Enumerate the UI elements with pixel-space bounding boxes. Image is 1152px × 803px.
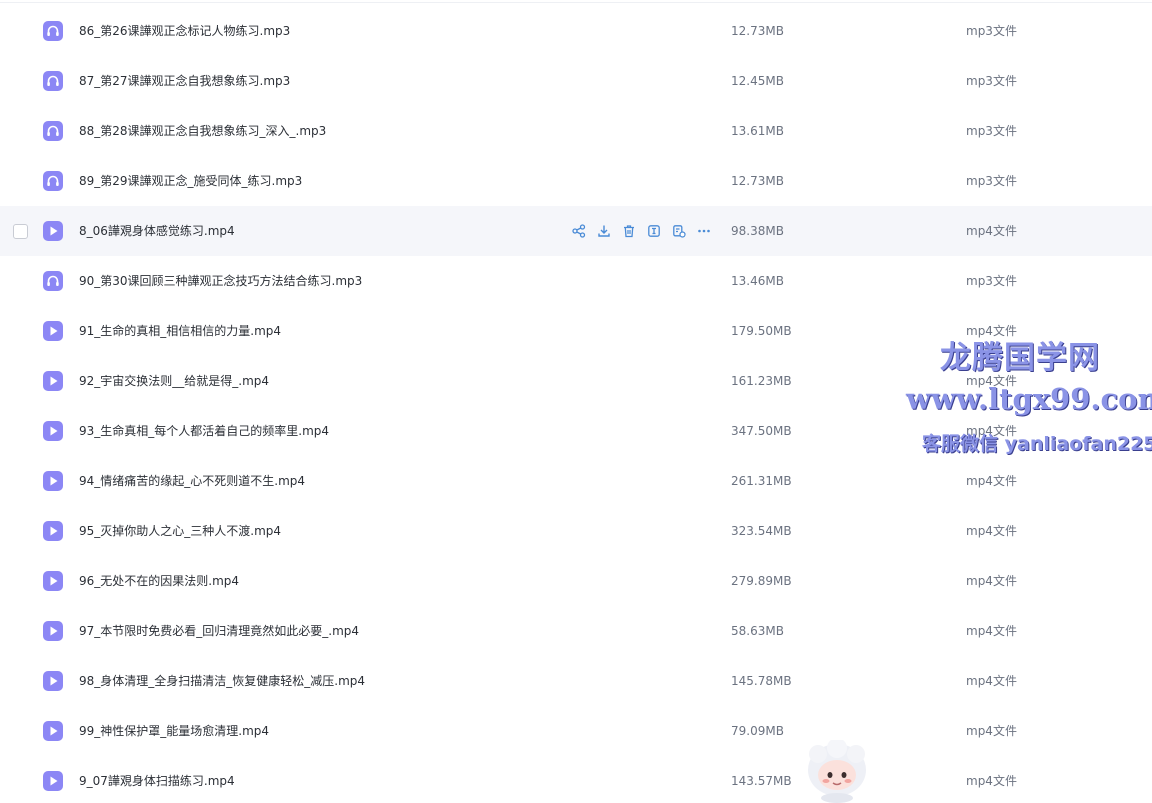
file-name[interactable]: 89_第29课譁观正念_施受同体_练习.mp3: [79, 156, 302, 206]
file-name[interactable]: 93_生命真相_每个人都活着自己的频率里.mp4: [79, 406, 329, 456]
file-size: 161.23MB: [731, 374, 792, 388]
file-type: mp3文件: [966, 24, 1017, 38]
file-size: 13.46MB: [731, 274, 784, 288]
video-file-icon: [43, 221, 63, 241]
file-name[interactable]: 8_06譁覌身体感觉练习.mp4: [79, 206, 235, 256]
file-row[interactable]: 96_无处不在的因果法则.mp4 279.89MB mp4文件: [0, 556, 1152, 606]
audio-file-icon: [43, 121, 63, 141]
file-name[interactable]: 87_第27课譁观正念自我想象练习.mp3: [79, 56, 290, 106]
video-file-icon: [43, 471, 63, 491]
video-file-icon: [43, 671, 63, 691]
file-size: 12.45MB: [731, 74, 784, 88]
file-type: mp4文件: [966, 474, 1017, 488]
video-file-icon: [43, 421, 63, 441]
file-row[interactable]: 94_情绪痛苦的缘起_心不死则道不生.mp4 261.31MB mp4文件: [0, 456, 1152, 506]
file-row[interactable]: 91_生命的真相_相信相信的力量.mp4 179.50MB mp4文件: [0, 306, 1152, 356]
file-row[interactable]: 89_第29课譁观正念_施受同体_练习.mp3 12.73MB mp3文件: [0, 156, 1152, 206]
file-type: mp3文件: [966, 74, 1017, 88]
file-row[interactable]: 98_身体清理_全身扫描清洁_恢复健康轻松_减压.mp4 145.78MB mp4文…: [0, 656, 1152, 706]
file-name[interactable]: 86_第26课譁观正念标记人物练习.mp3: [79, 6, 290, 56]
file-size: 179.50MB: [731, 324, 792, 338]
file-row[interactable]: 87_第27课譁观正念自我想象练习.mp3 12.45MB mp3文件: [0, 56, 1152, 106]
file-name[interactable]: 90_第30课回顾三种譁观正念技巧方法结合练习.mp3: [79, 256, 362, 306]
video-file-icon: [43, 621, 63, 641]
file-size: 79.09MB: [731, 724, 784, 738]
file-size: 13.61MB: [731, 124, 784, 138]
video-file-icon: [43, 521, 63, 541]
file-name[interactable]: 88_第28课譁观正念自我想象练习_深入_.mp3: [79, 106, 326, 156]
file-name[interactable]: 91_生命的真相_相信相信的力量.mp4: [79, 306, 281, 356]
file-row[interactable]: 97_本节限时免费必看_回归清理竟然如此必要_.mp4 58.63MB mp4文件: [0, 606, 1152, 656]
file-row[interactable]: 92_宇宙交换法则__给就是得_.mp4 161.23MB mp4文件: [0, 356, 1152, 406]
rename-icon[interactable]: [645, 222, 663, 240]
file-type: mp4文件: [966, 624, 1017, 638]
file-size: 145.78MB: [731, 674, 792, 688]
audio-file-icon: [43, 71, 63, 91]
file-size: 12.73MB: [731, 174, 784, 188]
audio-file-icon: [43, 21, 63, 41]
divider: [0, 2, 1152, 3]
file-type: mp4文件: [966, 524, 1017, 538]
row-actions: [570, 222, 713, 240]
audio-file-icon: [43, 271, 63, 291]
file-type: mp4文件: [966, 224, 1017, 238]
file-type: mp4文件: [966, 374, 1017, 388]
file-name[interactable]: 92_宇宙交换法则__给就是得_.mp4: [79, 356, 269, 406]
file-size: 58.63MB: [731, 624, 784, 638]
file-row[interactable]: 93_生命真相_每个人都活着自己的频率里.mp4 347.50MB mp4文件: [0, 406, 1152, 456]
file-name[interactable]: 99_神性保护罩_能量场愈清理.mp4: [79, 706, 269, 756]
file-name[interactable]: 98_身体清理_全身扫描清洁_恢复健康轻松_减压.mp4: [79, 656, 365, 706]
file-type: mp4文件: [966, 774, 1017, 788]
file-row[interactable]: 8_06譁覌身体感觉练习.mp4 98.38MB mp4文件: [0, 206, 1152, 256]
file-name[interactable]: 97_本节限时免费必看_回归清理竟然如此必要_.mp4: [79, 606, 359, 656]
video-file-icon: [43, 321, 63, 341]
video-file-icon: [43, 721, 63, 741]
file-row[interactable]: 88_第28课譁观正念自我想象练习_深入_.mp3 13.61MB mp3文件: [0, 106, 1152, 156]
file-row[interactable]: 99_神性保护罩_能量场愈清理.mp4 79.09MB mp4文件: [0, 706, 1152, 756]
file-type: mp4文件: [966, 674, 1017, 688]
file-size: 347.50MB: [731, 424, 792, 438]
file-size: 261.31MB: [731, 474, 792, 488]
file-size: 279.89MB: [731, 574, 792, 588]
more-icon[interactable]: [695, 222, 713, 240]
download-icon[interactable]: [595, 222, 613, 240]
file-type: mp3文件: [966, 124, 1017, 138]
video-file-icon: [43, 371, 63, 391]
copy-icon[interactable]: [670, 222, 688, 240]
file-size: 143.57MB: [731, 774, 792, 788]
file-row[interactable]: 95_灭掉你助人之心_三种人不渡.mp4 323.54MB mp4文件: [0, 506, 1152, 556]
video-file-icon: [43, 571, 63, 591]
file-type: mp4文件: [966, 724, 1017, 738]
file-name[interactable]: 95_灭掉你助人之心_三种人不渡.mp4: [79, 506, 281, 556]
file-size: 323.54MB: [731, 524, 792, 538]
share-icon[interactable]: [570, 222, 588, 240]
file-type: mp4文件: [966, 424, 1017, 438]
file-type: mp3文件: [966, 274, 1017, 288]
file-size: 98.38MB: [731, 224, 784, 238]
file-name[interactable]: 96_无处不在的因果法则.mp4: [79, 556, 239, 606]
video-file-icon: [43, 771, 63, 791]
file-name[interactable]: 9_07譁覌身体扫描练习.mp4: [79, 756, 235, 803]
file-type: mp4文件: [966, 574, 1017, 588]
file-row[interactable]: 9_07譁覌身体扫描练习.mp4 143.57MB mp4文件: [0, 756, 1152, 803]
file-row[interactable]: 86_第26课譁观正念标记人物练习.mp3 12.73MB mp3文件: [0, 6, 1152, 56]
delete-icon[interactable]: [620, 222, 638, 240]
file-browser: 86_第26课譁观正念标记人物练习.mp3 12.73MB mp3文件 87_第27课…: [0, 0, 1152, 803]
file-type: mp3文件: [966, 174, 1017, 188]
row-checkbox[interactable]: [13, 224, 28, 239]
file-size: 12.73MB: [731, 24, 784, 38]
audio-file-icon: [43, 171, 63, 191]
file-type: mp4文件: [966, 324, 1017, 338]
file-name[interactable]: 94_情绪痛苦的缘起_心不死则道不生.mp4: [79, 456, 305, 506]
assistant-mascot-icon[interactable]: [804, 738, 870, 803]
file-row[interactable]: 90_第30课回顾三种譁观正念技巧方法结合练习.mp3 13.46MB mp3文件: [0, 256, 1152, 306]
file-list: 86_第26课譁观正念标记人物练习.mp3 12.73MB mp3文件 87_第27课…: [0, 6, 1152, 803]
